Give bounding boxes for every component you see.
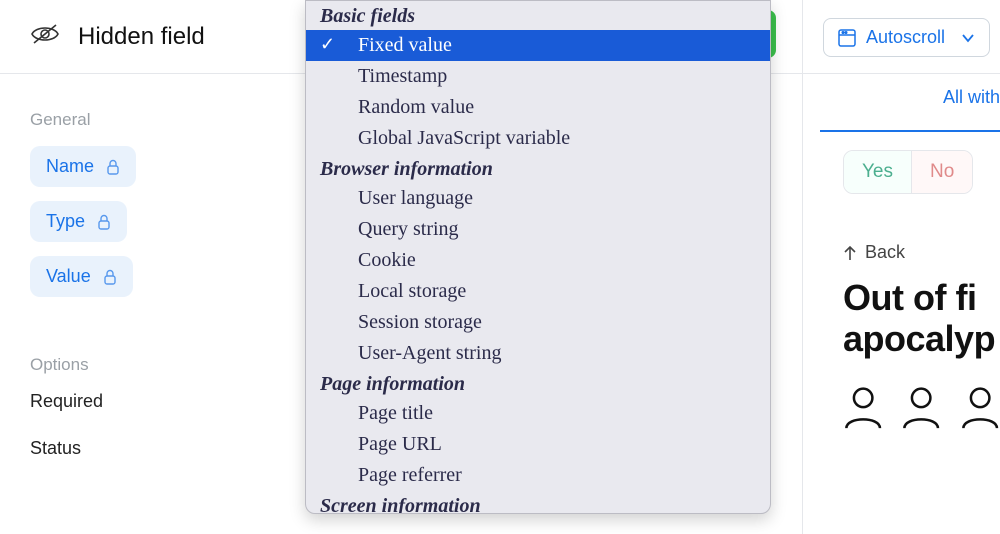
- dropdown-item[interactable]: Query string: [306, 214, 770, 245]
- dropdown-item[interactable]: Local storage: [306, 276, 770, 307]
- back-link[interactable]: Back: [843, 242, 1000, 263]
- dropdown-item[interactable]: Timestamp: [306, 61, 770, 92]
- yes-no-toggle: Yes No: [843, 150, 973, 194]
- dropdown-item[interactable]: Global JavaScript variable: [306, 123, 770, 154]
- chevron-down-icon: [961, 31, 975, 45]
- layout-icon: [838, 29, 856, 47]
- back-label: Back: [865, 242, 905, 263]
- preview-heading-line1: Out of fi: [843, 277, 1000, 318]
- dropdown-item[interactable]: User-Agent string: [306, 338, 770, 369]
- type-dropdown-menu: Basic fieldsFixed valueTimestampRandom v…: [305, 0, 771, 514]
- person-icon: [843, 382, 883, 434]
- arrow-up-icon: [843, 245, 857, 261]
- dropdown-group-label: Page information: [306, 369, 770, 398]
- dropdown-group-label: Screen information: [306, 491, 770, 514]
- dropdown-item[interactable]: Fixed value: [306, 30, 770, 61]
- dropdown-item[interactable]: Page referrer: [306, 460, 770, 491]
- dropdown-item[interactable]: Random value: [306, 92, 770, 123]
- dropdown-item[interactable]: Page title: [306, 398, 770, 429]
- pill-name[interactable]: Name: [30, 146, 136, 187]
- lock-icon: [103, 269, 117, 285]
- lock-icon: [97, 214, 111, 230]
- person-icon: [960, 382, 1000, 434]
- section-label-options: Options: [30, 355, 276, 375]
- pill-label: Name: [46, 156, 94, 177]
- dropdown-group-label: Browser information: [306, 154, 770, 183]
- page-title: Hidden field: [78, 23, 205, 51]
- dropdown-item[interactable]: Cookie: [306, 245, 770, 276]
- dropdown-item[interactable]: User language: [306, 183, 770, 214]
- pill-label: Type: [46, 211, 85, 232]
- section-label-general: General: [30, 110, 276, 130]
- person-icon: [901, 382, 941, 434]
- dropdown-item[interactable]: Session storage: [306, 307, 770, 338]
- yes-button[interactable]: Yes: [844, 151, 912, 193]
- left-sidebar: General Name Type Value Optio: [0, 74, 300, 485]
- autoscroll-label: Autoscroll: [866, 27, 945, 48]
- dropdown-item[interactable]: Page URL: [306, 429, 770, 460]
- no-button[interactable]: No: [912, 151, 972, 193]
- preview-heading-line2: apocalyp: [843, 318, 1000, 359]
- dropdown-group-label: Basic fields: [306, 1, 770, 30]
- pill-label: Value: [46, 266, 91, 287]
- all-with-link[interactable]: All with: [823, 87, 1000, 108]
- option-required[interactable]: Required: [30, 391, 276, 412]
- pill-type[interactable]: Type: [30, 201, 127, 242]
- hidden-eye-icon: [30, 23, 60, 50]
- lock-icon: [106, 159, 120, 175]
- option-status[interactable]: Status: [30, 438, 276, 459]
- pill-value[interactable]: Value: [30, 256, 133, 297]
- tab-underline: [820, 130, 1000, 132]
- autoscroll-button[interactable]: Autoscroll: [823, 18, 990, 57]
- people-icons-row: [843, 382, 1000, 434]
